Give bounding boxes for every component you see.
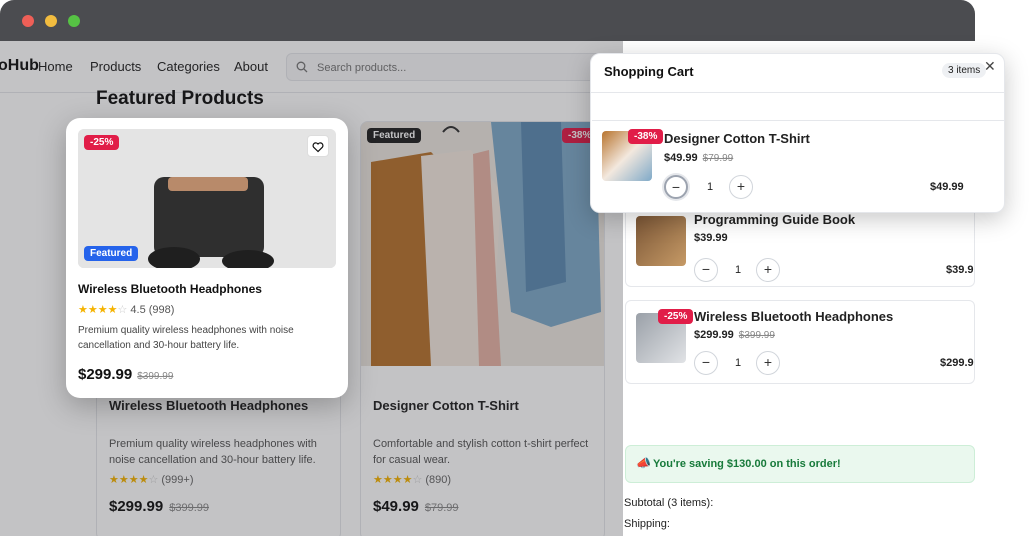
- cart-item: -25% Wireless Bluetooth Headphones $299.…: [625, 300, 975, 384]
- product-title[interactable]: Wireless Bluetooth Headphones: [78, 282, 262, 296]
- product-card-highlight[interactable]: -25% Featured Wireless Bluetooth Headpho…: [66, 118, 348, 398]
- divider: [591, 92, 1004, 93]
- cart-item-price: $49.99 $79.99: [664, 152, 734, 164]
- product-rating: ★★★★☆ 4.5 (998): [78, 304, 175, 316]
- cart-item: -38% Designer Cotton T-Shirt $49.99 $79.9…: [592, 120, 1005, 214]
- savings-text: You're saving $130.00 on this order!: [653, 458, 841, 470]
- qty-value: 1: [707, 181, 714, 193]
- item-thumbnail: [636, 216, 686, 266]
- cart-item-total: $39.9: [946, 264, 974, 276]
- subtotal-label: Subtotal (3 items):: [624, 497, 714, 509]
- cart-item-name: Wireless Bluetooth Headphones: [694, 309, 894, 324]
- discount-badge: -25%: [658, 309, 694, 324]
- decrease-qty-button[interactable]: −: [694, 351, 718, 375]
- cart-item-total: $49.99: [930, 181, 964, 193]
- cart-item-price: $299.99 $399.99: [694, 329, 775, 341]
- close-window-button[interactable]: [22, 15, 34, 27]
- shopping-cart-popup: Shopping Cart 3 items ✕ -38% Designer Co…: [590, 53, 1005, 213]
- close-icon[interactable]: ✕: [984, 58, 996, 75]
- cart-item: Programming Guide Book $39.99 − 1 + $39.…: [625, 203, 975, 287]
- star-rating-icon: ★★★★☆: [78, 304, 128, 316]
- cart-item-name: Programming Guide Book: [694, 212, 856, 227]
- decrease-qty-button[interactable]: −: [664, 175, 688, 199]
- qty-value: 1: [735, 264, 742, 276]
- title-bar: [0, 0, 975, 41]
- cart-item-price: $39.99: [694, 232, 728, 244]
- shipping-label: Shipping:: [624, 518, 670, 530]
- minimize-window-button[interactable]: [45, 15, 57, 27]
- savings-banner: 📣 You're saving $130.00 on this order!: [625, 445, 975, 483]
- decrease-qty-button[interactable]: −: [694, 258, 718, 282]
- featured-badge: Featured: [84, 246, 139, 261]
- cart-title: Shopping Cart: [604, 64, 694, 79]
- discount-badge: -25%: [84, 135, 120, 150]
- cart-item-name: Designer Cotton T-Shirt: [664, 131, 810, 146]
- increase-qty-button[interactable]: +: [756, 351, 780, 375]
- cart-item-total: $299.9: [940, 357, 974, 369]
- heart-icon: [312, 142, 324, 153]
- old-price: $399.99: [137, 371, 174, 382]
- increase-qty-button[interactable]: +: [756, 258, 780, 282]
- cart-count-badge: 3 items: [942, 63, 987, 78]
- increase-qty-button[interactable]: +: [729, 175, 753, 199]
- wishlist-button[interactable]: [307, 135, 329, 157]
- qty-value: 1: [735, 357, 742, 369]
- megaphone-icon: 📣: [636, 456, 651, 470]
- maximize-window-button[interactable]: [68, 15, 80, 27]
- product-description: Premium quality wireless headphones with…: [78, 325, 294, 351]
- product-price: $299.99 $399.99: [78, 366, 174, 383]
- discount-badge: -38%: [628, 129, 664, 144]
